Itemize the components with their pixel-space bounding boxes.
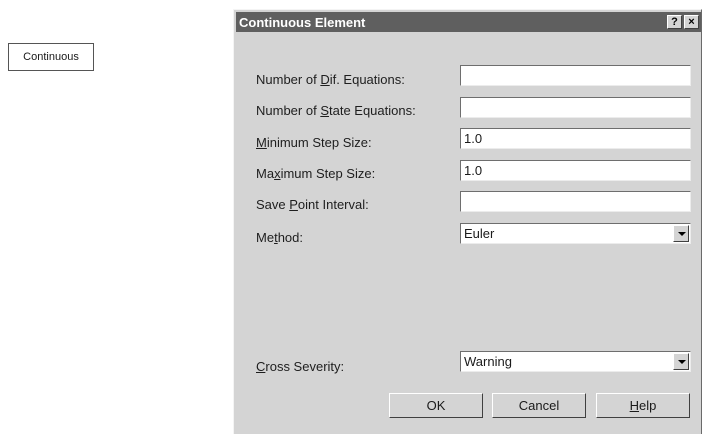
method-select[interactable]: Euler	[460, 223, 691, 244]
dialog-title: Continuous Element	[239, 14, 366, 30]
help-icon[interactable]: ?	[667, 15, 682, 29]
dialog-titlebar[interactable]: Continuous Element ? ×	[236, 12, 701, 32]
chevron-down-icon[interactable]	[673, 225, 689, 242]
minimum-step-size-label: Minimum Step Size:	[256, 135, 372, 150]
cross-severity-select[interactable]: Warning	[460, 351, 691, 372]
dif-equations-label: Number of Dif. Equations:	[256, 72, 405, 87]
save-point-interval-label: Save Point Interval:	[256, 197, 369, 212]
help-button[interactable]: Help	[596, 393, 690, 418]
ok-button[interactable]: OK	[389, 393, 483, 418]
continuous-element-label: Continuous	[23, 51, 79, 63]
dif-equations-field[interactable]	[460, 65, 691, 86]
minimum-step-size-field[interactable]: 1.0	[460, 128, 691, 149]
close-icon[interactable]: ×	[684, 15, 699, 29]
state-equations-label: Number of State Equations:	[256, 103, 416, 118]
maximum-step-size-field[interactable]: 1.0	[460, 160, 691, 181]
cancel-button[interactable]: Cancel	[492, 393, 586, 418]
continuous-element-dialog: Continuous Element ? × Number of Dif. Eq…	[233, 9, 702, 434]
method-value: Euler	[464, 226, 495, 241]
continuous-element-block[interactable]: Continuous	[8, 43, 94, 71]
method-label: Method:	[256, 230, 303, 245]
ok-button-label: OK	[426, 398, 446, 413]
chevron-down-icon[interactable]	[673, 353, 689, 370]
maximum-step-size-label: Maximum Step Size:	[256, 166, 376, 181]
state-equations-field[interactable]	[460, 97, 691, 118]
help-button-label: Help	[629, 398, 657, 413]
cross-severity-value: Warning	[464, 354, 512, 369]
save-point-interval-field[interactable]	[460, 191, 691, 212]
cross-severity-label: Cross Severity:	[256, 359, 345, 374]
cancel-button-label: Cancel	[518, 398, 560, 413]
